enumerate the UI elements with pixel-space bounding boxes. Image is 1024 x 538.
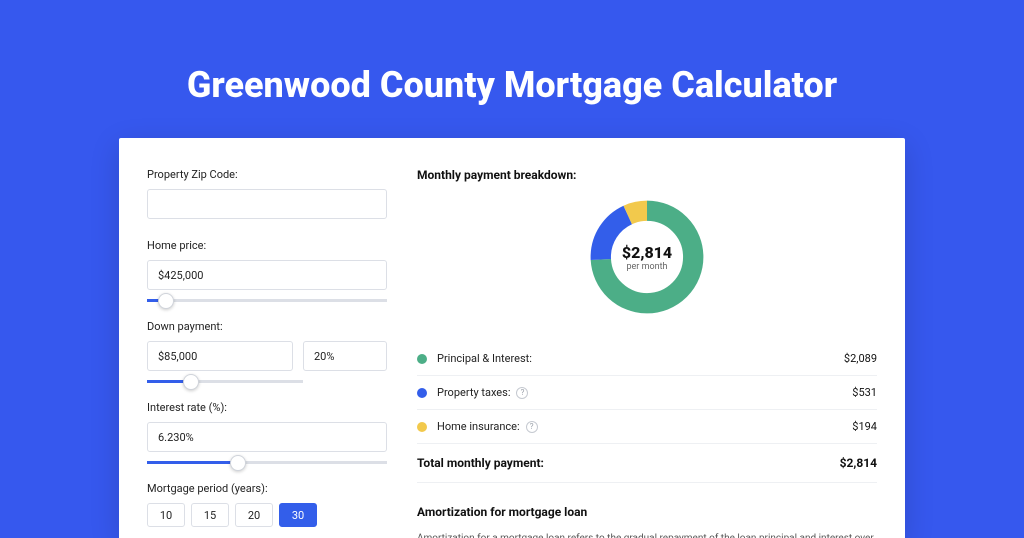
- donut-sub: per month: [626, 262, 667, 272]
- zip-input[interactable]: [147, 189, 387, 219]
- breakdown-title: Monthly payment breakdown:: [417, 168, 877, 182]
- amort-text: Amortization for a mortgage loan refers …: [417, 531, 877, 538]
- home-price-input[interactable]: [147, 260, 387, 290]
- rate-label: Interest rate (%):: [147, 401, 387, 414]
- period-btn-15[interactable]: 15: [191, 503, 229, 527]
- line-value-tax: $531: [852, 386, 877, 399]
- total-label: Total monthly payment:: [417, 456, 544, 470]
- breakdown-lines: Principal & Interest: $2,089 Property taxe…: [417, 342, 877, 444]
- rate-slider[interactable]: [147, 461, 387, 464]
- line-value-ins: $194: [852, 420, 877, 433]
- calculator-card: Property Zip Code: Home price: Down paym…: [119, 138, 905, 538]
- home-price-label: Home price:: [147, 239, 387, 252]
- donut-amount: $2,814: [622, 243, 672, 262]
- hero: Greenwood County Mortgage Calculator: [0, 0, 1024, 106]
- line-label-tax: Property taxes:: [437, 386, 510, 399]
- down-payment-field: Down payment:: [147, 320, 387, 371]
- breakdown-panel: Monthly payment breakdown: $2,814 per mo…: [417, 168, 877, 538]
- period-btn-20[interactable]: 20: [235, 503, 273, 527]
- period-btn-30[interactable]: 30: [279, 503, 317, 527]
- form-panel: Property Zip Code: Home price: Down paym…: [147, 168, 387, 538]
- zip-label: Property Zip Code:: [147, 168, 387, 181]
- dot-ins: [417, 422, 427, 432]
- donut-center: $2,814 per month: [586, 196, 708, 318]
- down-payment-slider[interactable]: [147, 380, 303, 383]
- donut-chart: $2,814 per month: [586, 196, 708, 318]
- page-title: Greenwood County Mortgage Calculator: [0, 64, 1024, 106]
- period-label: Mortgage period (years):: [147, 482, 387, 495]
- period-field: Mortgage period (years): 10152030: [147, 482, 387, 527]
- period-btn-10[interactable]: 10: [147, 503, 185, 527]
- dot-tax: [417, 388, 427, 398]
- line-ins: Home insurance:? $194: [417, 410, 877, 444]
- home-price-slider[interactable]: [147, 299, 387, 302]
- line-value-pi: $2,089: [844, 352, 877, 365]
- down-payment-pct-input[interactable]: [303, 341, 387, 371]
- line-pi: Principal & Interest: $2,089: [417, 342, 877, 376]
- period-row: 10152030: [147, 503, 387, 527]
- dot-pi: [417, 354, 427, 364]
- help-icon[interactable]: ?: [526, 421, 538, 433]
- home-price-field: Home price:: [147, 239, 387, 290]
- rate-input[interactable]: [147, 422, 387, 452]
- rate-field: Interest rate (%):: [147, 401, 387, 452]
- line-label-ins: Home insurance:: [437, 420, 520, 433]
- down-payment-input[interactable]: [147, 341, 293, 371]
- total-row: Total monthly payment: $2,814: [417, 444, 877, 483]
- donut-area: $2,814 per month: [417, 196, 877, 318]
- zip-field: Property Zip Code:: [147, 168, 387, 219]
- amort-title: Amortization for mortgage loan: [417, 505, 877, 519]
- total-value: $2,814: [840, 456, 877, 470]
- line-label-pi: Principal & Interest:: [437, 352, 532, 365]
- help-icon[interactable]: ?: [516, 387, 528, 399]
- line-tax: Property taxes:? $531: [417, 376, 877, 410]
- down-payment-label: Down payment:: [147, 320, 387, 333]
